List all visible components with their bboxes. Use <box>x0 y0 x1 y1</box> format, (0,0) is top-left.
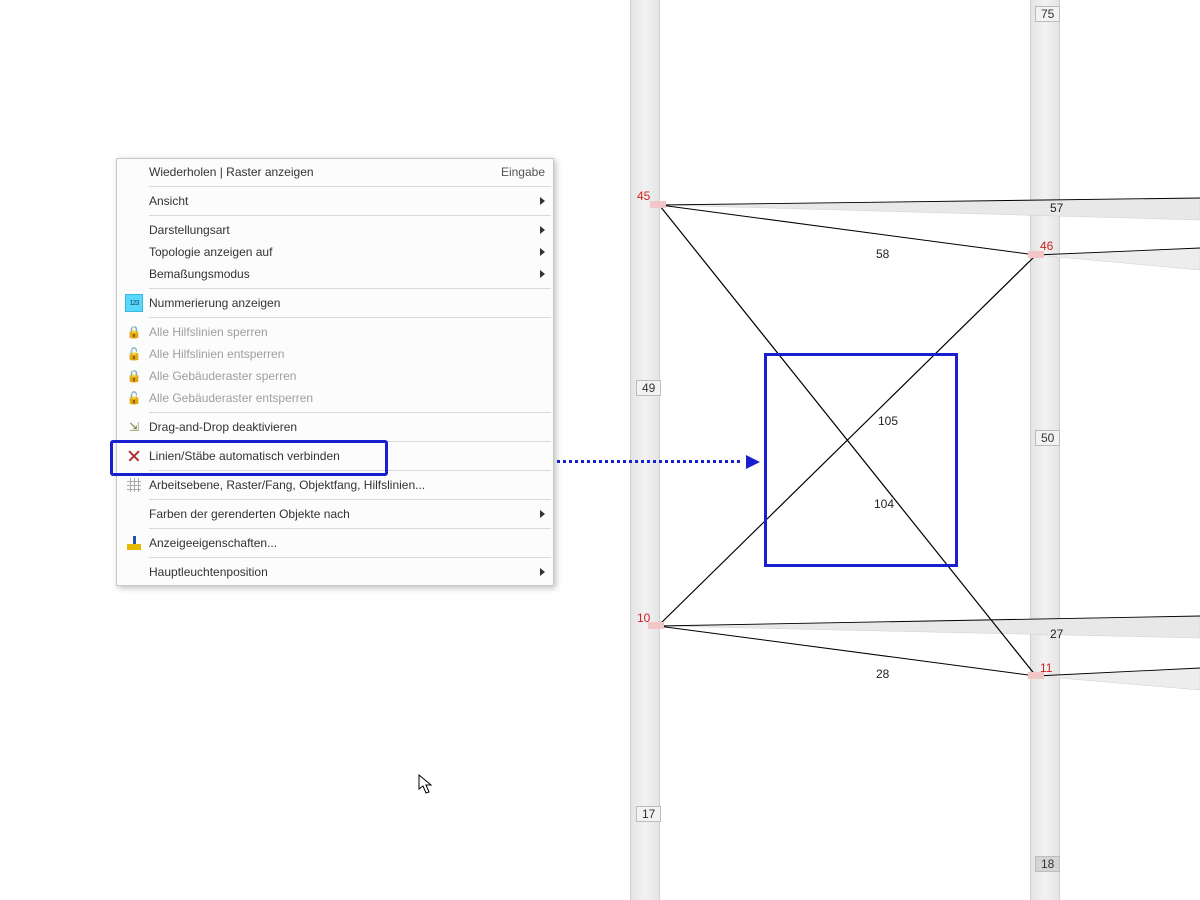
submenu-arrow-icon <box>540 226 545 234</box>
unlock-icon: 🔓 <box>123 348 145 360</box>
menu-item-topology[interactable]: Topologie anzeigen auf <box>117 241 553 263</box>
submenu-arrow-icon <box>540 510 545 518</box>
menu-item-show-numbering[interactable]: 123 Nummerierung anzeigen <box>117 292 553 314</box>
menu-item-connect-lines[interactable]: Linien/Stäbe automatisch verbinden <box>117 445 553 467</box>
numbering-icon: 123 <box>123 294 145 312</box>
submenu-arrow-icon <box>540 568 545 576</box>
menu-label: Alle Hilfslinien sperren <box>145 325 545 339</box>
member-number: 58 <box>876 248 889 260</box>
menu-label: Anzeigeeigenschaften... <box>145 536 545 550</box>
context-menu: Wiederholen | Raster anzeigen Eingabe An… <box>116 158 554 586</box>
column-segment-label: 17 <box>636 806 661 822</box>
properties-icon <box>123 536 145 550</box>
menu-item-lock-guides[interactable]: 🔒 Alle Hilfslinien sperren <box>117 321 553 343</box>
menu-item-dimension-mode[interactable]: Bemaßungsmodus <box>117 263 553 285</box>
grid-icon <box>123 478 145 492</box>
member-number: 104 <box>874 498 894 510</box>
cross-icon <box>123 449 145 463</box>
node-number: 45 <box>637 190 650 202</box>
submenu-arrow-icon <box>540 270 545 278</box>
menu-separator <box>149 470 551 471</box>
menu-item-display-props[interactable]: Anzeigeeigenschaften... <box>117 532 553 554</box>
menu-separator <box>149 557 551 558</box>
menu-separator <box>149 499 551 500</box>
menu-label: Arbeitsebene, Raster/Fang, Objektfang, H… <box>145 478 545 492</box>
menu-label: Alle Hilfslinien entsperren <box>145 347 545 361</box>
menu-item-rendered-colors[interactable]: Farben der gerenderten Objekte nach <box>117 503 553 525</box>
menu-item-main-light[interactable]: Hauptleuchtenposition <box>117 561 553 583</box>
menu-label: Wiederholen | Raster anzeigen <box>145 165 493 179</box>
menu-separator <box>149 441 551 442</box>
member-number: 57 <box>1050 202 1063 214</box>
menu-label: Hauptleuchtenposition <box>145 565 534 579</box>
menu-shortcut: Eingabe <box>493 165 545 179</box>
menu-label: Alle Gebäuderaster entsperren <box>145 391 545 405</box>
column-segment-label: 18 <box>1035 856 1060 872</box>
menu-label: Nummerierung anzeigen <box>145 296 545 310</box>
menu-label: Ansicht <box>145 194 534 208</box>
menu-label: Topologie anzeigen auf <box>145 245 534 259</box>
menu-item-workplane[interactable]: Arbeitsebene, Raster/Fang, Objektfang, H… <box>117 474 553 496</box>
menu-item-unlock-grids[interactable]: 🔓 Alle Gebäuderaster entsperren <box>117 387 553 409</box>
column-segment-label: 49 <box>636 380 661 396</box>
member-number: 28 <box>876 668 889 680</box>
submenu-arrow-icon <box>540 248 545 256</box>
menu-label: Bemaßungsmodus <box>145 267 534 281</box>
drag-icon: ⇲ <box>123 420 145 434</box>
menu-label: Alle Gebäuderaster sperren <box>145 369 545 383</box>
menu-item-disable-dragdrop[interactable]: ⇲ Drag-and-Drop deaktivieren <box>117 416 553 438</box>
node-number: 11 <box>1040 662 1052 674</box>
menu-separator <box>149 528 551 529</box>
member-number: 105 <box>878 415 898 427</box>
submenu-arrow-icon <box>540 197 545 205</box>
menu-separator <box>149 186 551 187</box>
menu-separator <box>149 288 551 289</box>
menu-item-view[interactable]: Ansicht <box>117 190 553 212</box>
column-segment-label: 75 <box>1035 6 1060 22</box>
lock-icon: 🔒 <box>123 370 145 382</box>
menu-separator <box>149 412 551 413</box>
menu-item-unlock-guides[interactable]: 🔓 Alle Hilfslinien entsperren <box>117 343 553 365</box>
menu-item-display-as[interactable]: Darstellungsart <box>117 219 553 241</box>
menu-item-repeat[interactable]: Wiederholen | Raster anzeigen Eingabe <box>117 161 553 183</box>
node-number: 46 <box>1040 240 1053 252</box>
menu-label: Darstellungsart <box>145 223 534 237</box>
menu-label: Drag-and-Drop deaktivieren <box>145 420 545 434</box>
menu-label: Farben der gerenderten Objekte nach <box>145 507 534 521</box>
menu-item-lock-grids[interactable]: 🔒 Alle Gebäuderaster sperren <box>117 365 553 387</box>
column-segment-label: 50 <box>1035 430 1060 446</box>
menu-separator <box>149 215 551 216</box>
menu-separator <box>149 317 551 318</box>
unlock-icon: 🔓 <box>123 392 145 404</box>
menu-label: Linien/Stäbe automatisch verbinden <box>145 449 545 463</box>
member-number: 27 <box>1050 628 1063 640</box>
node-number: 10 <box>637 612 650 624</box>
lock-icon: 🔒 <box>123 326 145 338</box>
